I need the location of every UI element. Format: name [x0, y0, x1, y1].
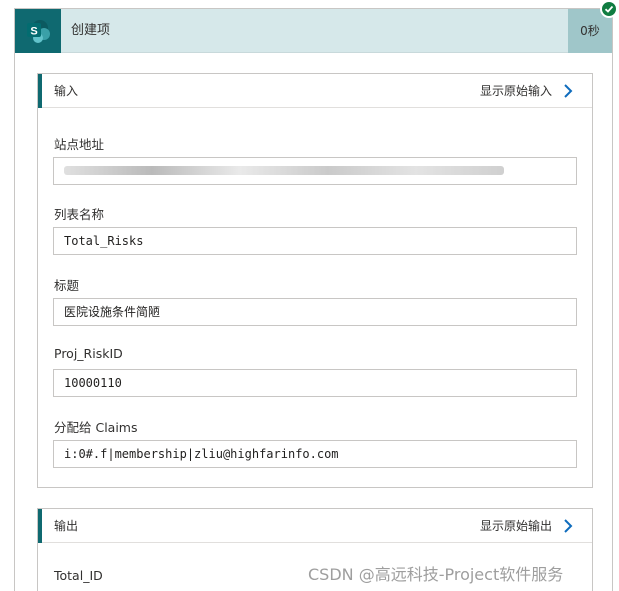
- title-label: 标题: [54, 278, 80, 293]
- inputs-section: 输入 显示原始输入 站点地址 列表名称 Total_Risks 标题 医院设施条…: [37, 73, 593, 488]
- title-field[interactable]: 医院设施条件简陋: [53, 298, 577, 326]
- proj-riskid-label: Proj_RiskID: [54, 346, 123, 361]
- inputs-title: 输入: [54, 84, 79, 98]
- section-accent: [38, 509, 42, 543]
- assigned-to-field[interactable]: i:0#.f|membership|zliu@highfarinfo.com: [53, 440, 577, 468]
- success-check-icon: [600, 0, 618, 18]
- list-name-field[interactable]: Total_Risks: [53, 227, 577, 255]
- action-card: S 创建项 0秒 输入 显示原始输入 站点地址 列表名称 Total_Risks…: [14, 8, 613, 591]
- inputs-section-header: 输入 显示原始输入: [38, 74, 592, 108]
- show-raw-inputs-link[interactable]: 显示原始输入: [480, 74, 552, 108]
- chevron-right-icon[interactable]: [560, 83, 576, 99]
- redacted-site-address: [64, 166, 504, 175]
- section-accent: [38, 74, 42, 108]
- show-raw-outputs-link[interactable]: 显示原始输出: [480, 509, 552, 543]
- site-address-label: 站点地址: [54, 137, 105, 152]
- svg-text:S: S: [30, 26, 37, 38]
- chevron-right-icon[interactable]: [560, 518, 576, 534]
- assigned-to-label: 分配给 Claims: [54, 420, 138, 435]
- action-header[interactable]: S 创建项 0秒: [15, 9, 612, 53]
- outputs-title: 输出: [54, 519, 79, 533]
- proj-riskid-field[interactable]: 10000110: [53, 369, 577, 397]
- action-title: 创建项: [71, 23, 111, 38]
- outputs-section-header: 输出 显示原始输出: [38, 509, 592, 543]
- sharepoint-icon: S: [15, 9, 61, 53]
- total-id-label: Total_ID: [54, 568, 103, 583]
- list-name-label: 列表名称: [54, 207, 105, 222]
- watermark: CSDN @高远科技-Project软件服务: [308, 565, 564, 584]
